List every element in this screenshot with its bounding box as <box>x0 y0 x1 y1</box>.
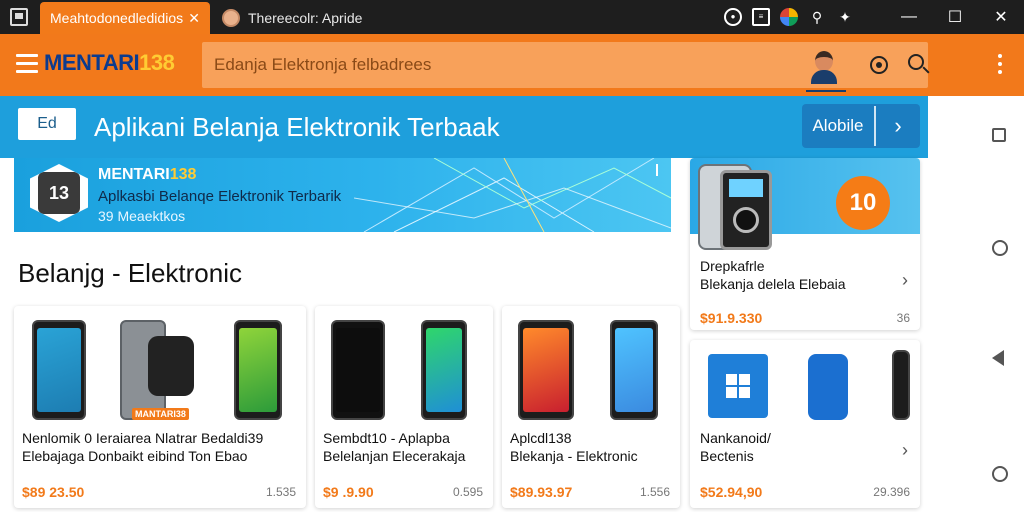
banner-divider <box>656 164 658 176</box>
banner-badge-icon: 13 <box>30 164 88 222</box>
promo-banner[interactable]: 13 MENTARI138 Aplkasbi Belanqe Elektroni… <box>14 158 671 232</box>
square-nav-icon[interactable] <box>992 128 1006 142</box>
mobile-button[interactable]: Alobile › <box>802 104 920 148</box>
product-card[interactable]: Aplcdl138 Blekanja - Elektronic $89.93.9… <box>502 306 680 508</box>
product-count: 1.535 <box>265 485 296 499</box>
close-button[interactable]: ✕ <box>978 0 1024 34</box>
record-icon[interactable]: ● <box>724 8 742 26</box>
product-subtitle: Elebajaga Donbaikt eibind Ton Ebao <box>22 448 248 464</box>
tab-inactive-label: Thereecolr: Apride <box>248 10 363 26</box>
product-subtitle: Bectenis <box>700 448 754 464</box>
featured-badge: 10 <box>836 176 890 230</box>
pin-icon[interactable]: ⚲ <box>808 8 826 26</box>
banner-subtitle: Aplkasbi Belanqe Elektronik Terbarik <box>98 188 342 205</box>
logo-text: MENTARI <box>44 50 140 75</box>
product-title: Nenlomik 0 Ieraiarea Nlatrar Bedaldi39 <box>22 430 264 446</box>
smartwatch-image <box>148 336 194 396</box>
device-image <box>808 354 848 420</box>
product-card[interactable]: Sembdt10 - Aplapba Belelanjan Elecerakaj… <box>315 306 493 508</box>
product-card[interactable]: MANTARI38 Nenlomik 0 Ieraiarea Nlatrar B… <box>14 306 306 508</box>
tab-close-icon[interactable]: ✕ <box>188 10 200 27</box>
circle-home-icon[interactable] <box>992 466 1008 482</box>
product-subtitle: Blekanja - Elektronic <box>510 448 638 464</box>
banner-lines-decoration <box>354 158 671 232</box>
product-title: Aplcdl138 <box>510 430 572 446</box>
tab-active[interactable]: Meahtodonedledidios ✕ <box>40 2 210 34</box>
banner-brand: MENTARI138 <box>98 166 196 184</box>
product-price: $9 .9.90 <box>323 484 374 500</box>
product-title: Sembdt10 - Aplapba <box>323 430 450 446</box>
product-count: 29.396 <box>873 485 910 499</box>
system-nav-bar <box>976 96 1024 512</box>
logo-number: 138 <box>139 50 175 75</box>
title-strip: Ed Aplikani Belanja Elektronik Terbaak A… <box>0 96 928 158</box>
more-icon[interactable] <box>998 54 1002 78</box>
window-controls: — ☐ ✕ <box>886 0 1024 34</box>
product-count: 0.595 <box>452 485 483 499</box>
chevron-right-icon[interactable]: › <box>902 440 908 461</box>
banner-meta: 39 Meaektkos <box>98 208 186 224</box>
button-divider <box>874 106 876 146</box>
product-title: Nankanoid/ <box>700 430 771 446</box>
circle-home-icon[interactable] <box>992 240 1008 256</box>
product-price: $89 23.50 <box>22 484 85 500</box>
banner-brand-number: 138 <box>169 166 197 183</box>
product-badge: MANTARI38 <box>132 408 189 420</box>
camera-image <box>720 170 772 250</box>
mobile-button-label: Alobile <box>812 116 864 135</box>
edit-button[interactable]: Ed <box>18 108 76 140</box>
product-card-mini[interactable]: Nankanoid/ Bectenis › $52.94,90 29.396 <box>690 340 920 508</box>
search-icon[interactable] <box>908 54 924 70</box>
phone-image <box>331 320 385 420</box>
title-bar: Meahtodonedledidios ✕ Thereecolr: Apride… <box>0 0 1024 34</box>
phone-image <box>421 320 467 420</box>
chevron-right-icon: › <box>894 113 902 138</box>
product-subtitle: Belelanjan Elecerakaja <box>323 448 466 464</box>
product-price: $89.93.97 <box>510 484 573 500</box>
phone-image <box>610 320 658 420</box>
featured-price: $91.9.330 <box>700 310 763 326</box>
toolbar-icons: ● ≡ ⚲ ✦ <box>724 8 854 26</box>
eye-icon[interactable] <box>870 56 888 74</box>
featured-image: 10 <box>690 158 920 250</box>
search-bar <box>202 42 928 92</box>
banner-brand-text: MENTARI <box>98 166 170 183</box>
phone-image <box>234 320 282 420</box>
tab-active-label: Meahtodonedledidios <box>50 10 184 26</box>
windows-logo-icon <box>708 354 768 418</box>
app-header: MENTARI138 <box>0 34 1024 96</box>
page-title: Aplikani Belanja Elektronik Terbaak <box>94 112 500 142</box>
profile-avatar-icon[interactable] <box>780 8 798 26</box>
featured-count: 36 <box>896 311 910 325</box>
reader-icon[interactable]: ≡ <box>752 8 770 26</box>
tab-favicon-icon <box>222 9 240 27</box>
featured-product-card[interactable]: 10 Drepkafrle Blekanja delela Elebaia › … <box>690 158 920 330</box>
phone-image <box>518 320 574 420</box>
app-window: Meahtodonedledidios ✕ Thereecolr: Apride… <box>0 0 1024 512</box>
phone-image <box>32 320 86 420</box>
featured-name: Drepkafrle <box>700 258 765 274</box>
profile-icon[interactable] <box>806 48 846 92</box>
triangle-back-icon[interactable] <box>992 350 1004 366</box>
minimize-button[interactable]: — <box>886 0 932 34</box>
chevron-right-icon[interactable]: › <box>902 270 908 291</box>
banner-badge-text: 13 <box>38 172 80 214</box>
phone-image <box>892 350 910 420</box>
app-icon <box>10 8 28 26</box>
featured-desc: Blekanja delela Elebaia <box>700 276 846 292</box>
search-input[interactable] <box>202 42 782 88</box>
section-title: Belanjg - Elektronic <box>18 258 242 288</box>
product-price: $52.94,90 <box>700 484 763 500</box>
menu-icon[interactable] <box>16 54 38 73</box>
brand-logo[interactable]: MENTARI138 <box>44 50 175 76</box>
maximize-button[interactable]: ☐ <box>932 0 978 34</box>
product-count: 1.556 <box>639 485 670 499</box>
extension-icon[interactable]: ✦ <box>836 8 854 26</box>
tab-inactive[interactable]: Thereecolr: Apride <box>212 2 412 34</box>
